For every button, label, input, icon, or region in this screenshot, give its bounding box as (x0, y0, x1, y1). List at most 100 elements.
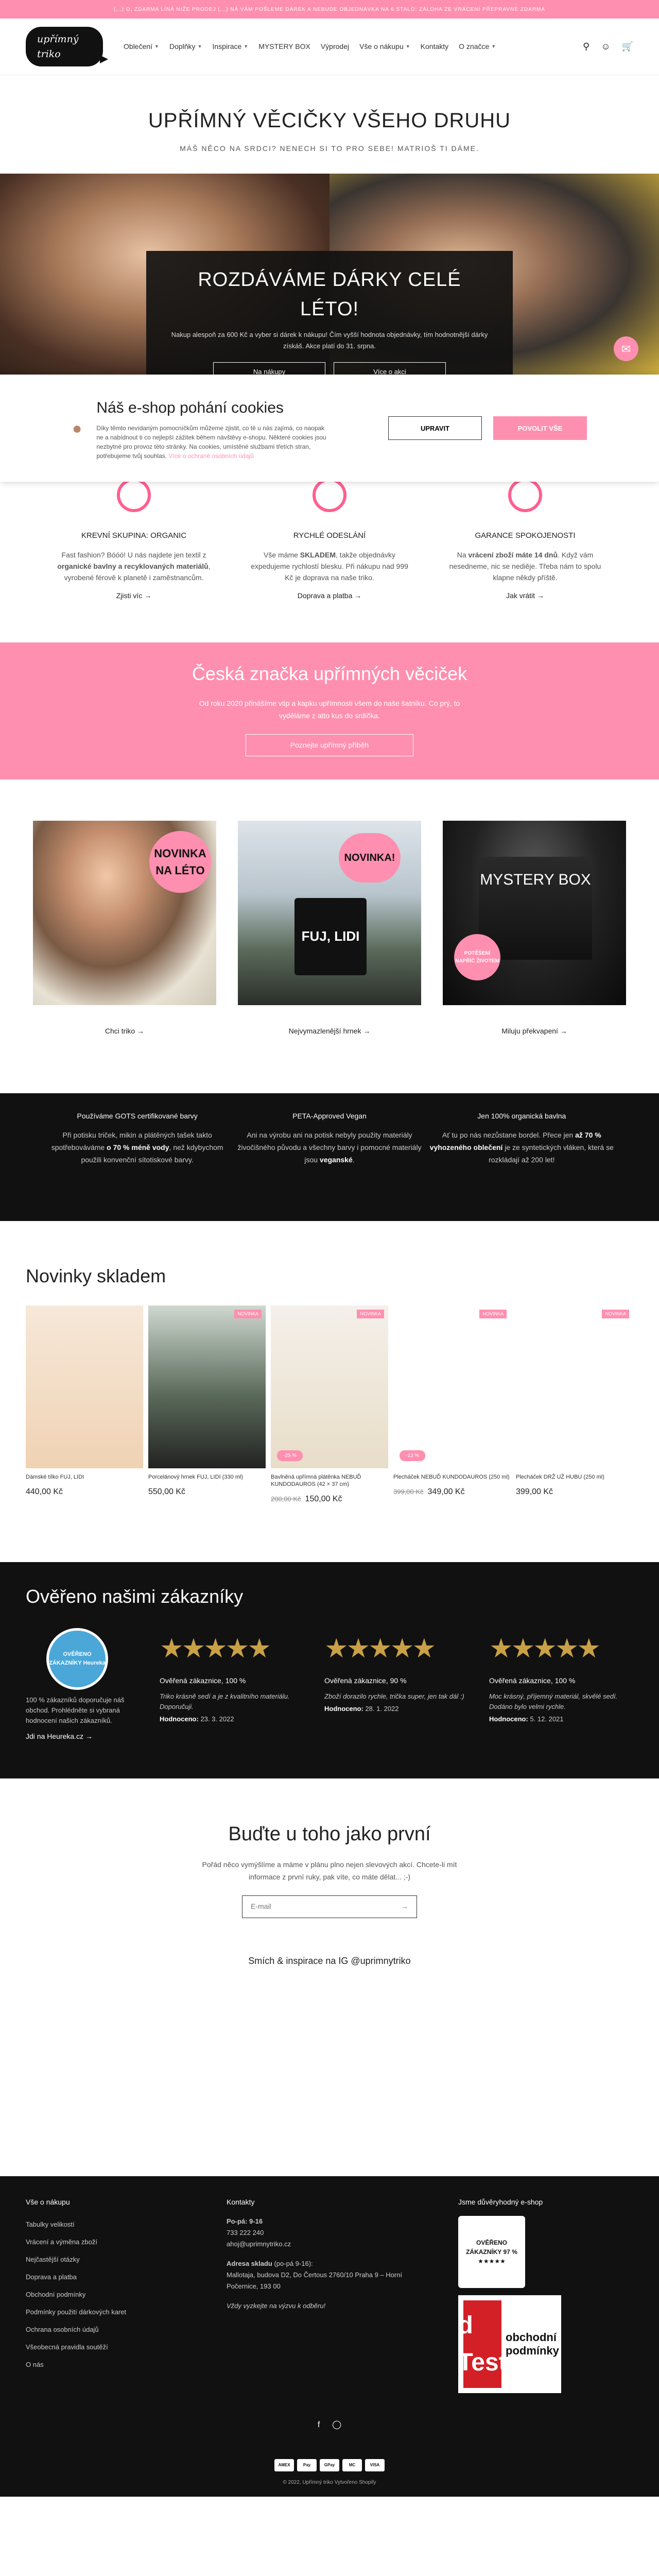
feature-text: Na vrácení zboží máte 14 dnů. Když vám n… (449, 550, 601, 582)
footer-link[interactable]: Ochrana osobních údajů (26, 2321, 180, 2338)
email[interactable]: ahoj@uprimnytriko.cz (227, 2239, 412, 2250)
footer-link[interactable]: Obchodní podmínky (26, 2286, 180, 2303)
footer-col-title: Vše o nákupu (26, 2197, 70, 2206)
reviews-title: Ověřeno našimi zákazníky (26, 1585, 244, 1607)
nav-item[interactable]: MYSTERY BOX (258, 41, 310, 52)
newsletter-section: Buďte u toho jako první Pořád něco vymýš… (0, 1778, 659, 1939)
chevron-down-icon: ▼ (244, 43, 249, 49)
chevron-down-icon: ▼ (491, 43, 496, 49)
eco-title: PETA-Approved Vegan (292, 1111, 367, 1120)
heureka-review: OVĚŘENO ZÁKAZNÍKY Heureka 100 % zákazník… (26, 1628, 139, 1742)
page-title: UPŘÍMNÝ VĚCIČKY VŠEHO DRUHU (148, 109, 511, 132)
search-icon[interactable]: ⚲ (583, 40, 589, 54)
phone[interactable]: 733 222 240 (227, 2227, 412, 2239)
newsletter-title: Buďte u toho jako první (228, 1823, 431, 1845)
arrow-right-icon[interactable]: → (401, 1901, 408, 1912)
more-about-offer-button[interactable]: Více o akci (334, 362, 446, 375)
page-subtitle: MÁŠ NĚCO NA SRDCI? NENECH SI TO PRO SEBE… (180, 144, 479, 152)
collection-card-tshirt[interactable]: NOVINKA NA LÉTO Chci triko → (33, 820, 216, 1037)
product-card[interactable]: Dámské tílko FUJ, LIDI 440,00 Kč (26, 1305, 143, 1505)
product-image: NOVINKA (516, 1305, 633, 1468)
product-name[interactable]: Bavlněná upřímná plátěnka NEBUĎ KUNDODAU… (271, 1473, 388, 1488)
heureka-footer-badge[interactable]: OVĚŘENO ZÁKAZNÍKY 97 % ★★★★★ (458, 2215, 525, 2288)
collections-section: NOVINKA NA LÉTO Chci triko → NOVINKA! FU… (0, 779, 659, 1093)
sale-badge: -13 % (400, 1450, 426, 1461)
collection-card-mystery[interactable]: MYSTERY BOX POTĚŠENÍ NAPŘÍČ ŽIVOTEM Milu… (443, 820, 626, 1037)
challenge: Vždy vyzkejte na výzvu k odběru! (227, 2301, 326, 2310)
newsletter-text: Pořád něco vymýšlíme a máme v plánu plno… (202, 1860, 457, 1881)
site-header: upřímný triko Oblečení ▼ Doplňky ▼ Inspirace… (0, 19, 659, 75)
eco-item: Jen 100% organická bavlna Ať tu po nás ne… (429, 1111, 614, 1190)
feature-link[interactable]: Doprava a platba → (298, 590, 362, 601)
nav-item[interactable]: Oblečení ▼ (124, 41, 159, 52)
heureka-text: 100 % zákazníků doporučuje náš obchod. P… (26, 1696, 125, 1724)
product-tag: NOVINKA (357, 1309, 384, 1318)
nav-item[interactable]: Inspirace ▼ (212, 41, 248, 52)
privacy-link[interactable]: Více o ochraně osobních údajů (168, 452, 253, 460)
product-image: NOVINKA (148, 1305, 266, 1468)
hero-title-section: UPŘÍMNÝ VĚCIČKY VŠEHO DRUHU MÁŠ NĚCO NA … (0, 75, 659, 154)
account-icon[interactable]: ☺ (601, 40, 610, 54)
cookie-text: Díky těmto nevídaným pomocníčkům můžeme … (96, 424, 326, 460)
footer-link[interactable]: Nejčastější otázky (26, 2251, 180, 2268)
nav-item[interactable]: O značce ▼ (459, 41, 496, 52)
footer-col-contacts: Kontakty Po-pá: 9-16 733 222 240 ahoj@up… (227, 2197, 412, 2393)
nav-item[interactable]: Vše o nákupu ▼ (359, 41, 410, 52)
footer-link[interactable]: Všeobecná pravidla soutěží (26, 2338, 180, 2356)
banner-box: ROZDÁVÁME DÁRKY CELÉ LÉTO! Nakup alespoň… (146, 251, 513, 375)
product-card[interactable]: NOVINKA -25 % Bavlněná upřímná plátěnka NE… (271, 1305, 388, 1505)
cookie-allow-all-button[interactable]: POVOLIT VŠE (493, 416, 587, 440)
product-card[interactable]: NOVINKA -13 % Plecháček NEBUĎ KUNDODAUROS … (393, 1305, 511, 1505)
collection-link-tshirt[interactable]: Chci triko → (33, 1026, 216, 1037)
collection-card-mug[interactable]: NOVINKA! FUJ, LIDI Nejvymazlenější hrnek… (238, 820, 421, 1037)
reviews-section: Ověřeno našimi zákazníky OVĚŘENO ZÁKAZNÍ… (0, 1562, 659, 1778)
banner-text: Nakup alespoň za 600 Kč a vyber si dárek… (171, 331, 488, 350)
nav-item[interactable]: Doplňky ▼ (169, 41, 202, 52)
chat-icon[interactable]: ✉ (614, 336, 638, 361)
product-image: NOVINKA -13 % (393, 1305, 511, 1468)
footer-link[interactable]: Doprava a platba (26, 2268, 180, 2286)
collection-badge: NOVINKA! (339, 833, 401, 883)
dtest-logo: d Test (458, 2300, 507, 2388)
footer-link[interactable]: O nás (26, 2356, 180, 2374)
feature-link[interactable]: Zjisti víc → (116, 590, 151, 601)
feature-link[interactable]: Jak vrátit → (506, 590, 544, 601)
footer-link[interactable]: Vrácení a výměna zboží (26, 2233, 180, 2251)
nav-item[interactable]: Výprodej (321, 41, 349, 52)
logo[interactable]: upřímný triko (26, 27, 108, 66)
footer-link[interactable]: Tabulky velikostí (26, 2216, 180, 2233)
review-title: Ověřená zákaznice, 90 % (324, 1676, 407, 1685)
dtest-badge[interactable]: d Test obchodní podmínky (458, 2295, 561, 2393)
cookie-adjust-button[interactable]: UPRAVIT (388, 416, 482, 440)
collection-link-mug[interactable]: Nejvymazlenější hrnek → (238, 1026, 421, 1037)
nav-item[interactable]: Kontakty (421, 41, 448, 52)
product-tag: NOVINKA (602, 1309, 629, 1318)
product-name[interactable]: Plecháček NEBUĎ KUNDODAUROS (250 ml) (393, 1473, 511, 1481)
product-name[interactable]: Dámské tílko FUJ, LIDI (26, 1473, 143, 1481)
newsletter-email-input[interactable]: E-mail → (242, 1895, 417, 1918)
feature-text: Fast fashion? Bóóó! U nás najdete jen te… (57, 550, 211, 582)
brand-story-text: Od roku 2020 přinášíme vtip a kapku upří… (199, 699, 460, 720)
shop-now-button[interactable]: Na nákupy (213, 362, 325, 375)
feature-title: RYCHLÉ ODESLÁNÍ (293, 531, 366, 540)
product-card[interactable]: NOVINKA Plecháček DRŽ UŽ HUBU (250 ml) 399… (516, 1305, 633, 1505)
product-card[interactable]: NOVINKA Porcelánový hrnek FUJ, LIDI (330 … (148, 1305, 266, 1505)
product-image (26, 1305, 143, 1468)
collection-link-mystery[interactable]: Miluju překvapení → (443, 1026, 626, 1037)
cart-icon[interactable]: 🛒 (622, 40, 633, 54)
facebook-icon[interactable]: f (318, 2419, 320, 2431)
dtest-text: obchodní podmínky (506, 2330, 559, 2357)
instagram-icon[interactable]: ◯ (332, 2419, 341, 2431)
product-name[interactable]: Plecháček DRŽ UŽ HUBU (250 ml) (516, 1473, 633, 1481)
footer-link[interactable]: Podmínky použití dárkových karet (26, 2303, 180, 2321)
footer-col-title: Jsme důvěryhodný e-shop (458, 2197, 543, 2206)
heureka-link[interactable]: Jdi na Heureka.cz → (26, 1731, 139, 1742)
header-icons: ⚲ ☺ 🛒 (583, 40, 633, 54)
payment-icons: AMEX Pay GPay MC VISA (26, 2459, 633, 2471)
feature-text: Vše máme SKLADEM, takže objednávky exped… (251, 550, 408, 582)
collection-badge: NOVINKA NA LÉTO (149, 831, 211, 893)
product-tag: NOVINKA (234, 1309, 262, 1318)
product-name[interactable]: Porcelánový hrnek FUJ, LIDI (330 ml) (148, 1473, 266, 1481)
brand-story-button[interactable]: Poznejte upřímný příběh (246, 734, 413, 756)
main-nav: Oblečení ▼ Doplňky ▼ Inspirace ▼ MYSTERY BOX Vý… (124, 41, 583, 52)
